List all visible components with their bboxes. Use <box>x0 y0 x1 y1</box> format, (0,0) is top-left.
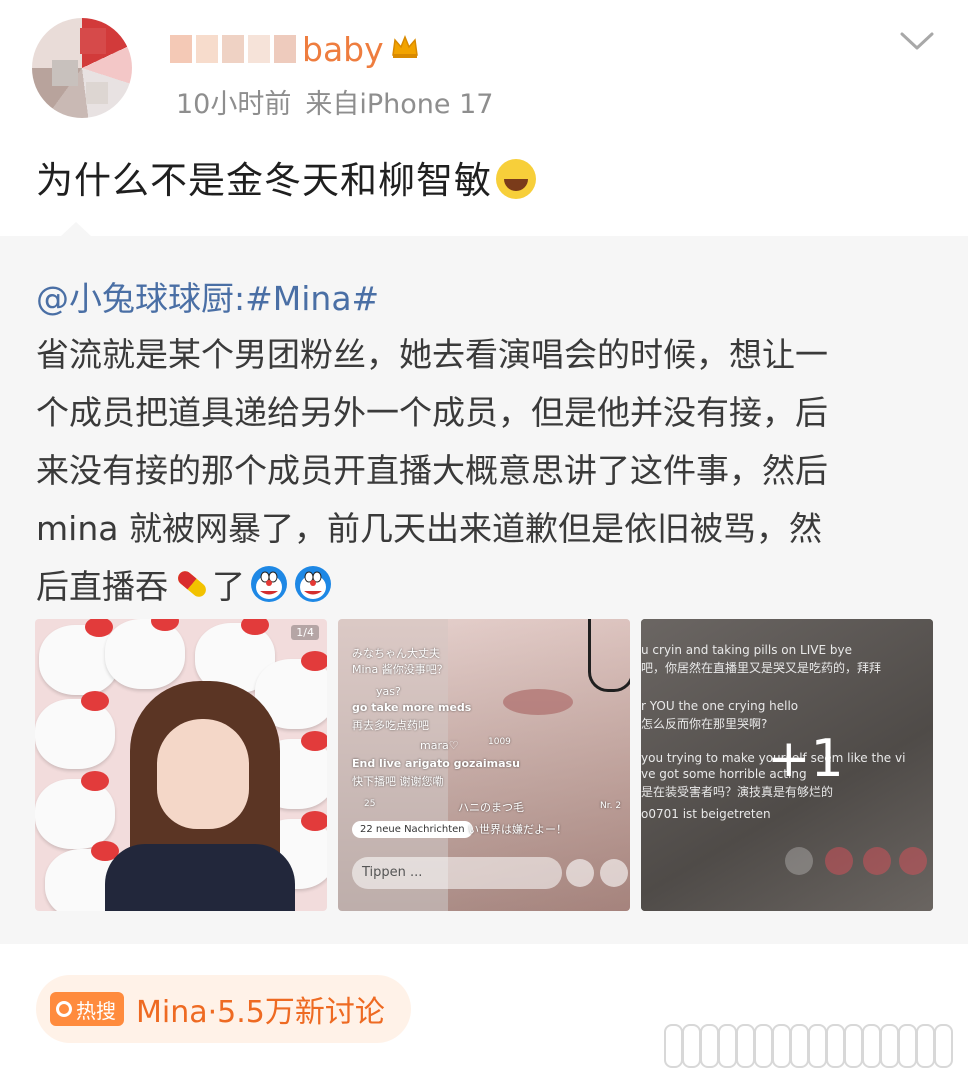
repost-notch <box>60 222 92 237</box>
watermark <box>664 1024 964 1068</box>
emoji-icon <box>785 847 813 875</box>
image-thumbnail-3[interactable]: u cryin and taking pills on LIVE bye 吧，你… <box>641 619 933 911</box>
repost-author-link[interactable]: @小兔球球厨:#Mina# <box>36 272 379 320</box>
hot-search-tag: 热搜 <box>50 992 124 1026</box>
image-grid: 1/4 みなちゃん大丈夫 Mina 酱你没事吧？ yas? go take mo… <box>35 619 933 911</box>
live-comment-input: Tippen ... <box>352 857 562 889</box>
post-time: 10小时前 <box>176 89 292 120</box>
avatar[interactable] <box>32 18 132 118</box>
chevron-down-icon[interactable] <box>898 28 936 54</box>
people-icon <box>825 847 853 875</box>
laughing-crying-emoji-icon <box>496 159 536 199</box>
image-thumbnail-2[interactable]: みなちゃん大丈夫 Mina 酱你没事吧？ yas? go take more m… <box>338 619 630 911</box>
rose-icon <box>863 847 891 875</box>
username-row[interactable]: baby <box>170 26 420 72</box>
image-count-badge: 1/4 <box>291 625 319 640</box>
username[interactable]: baby <box>302 30 384 69</box>
post-text: 为什么不是金冬天和柳智敏 <box>36 150 536 204</box>
hot-search-pill[interactable]: 热搜 Mina·5.5万新讨论 <box>36 975 411 1043</box>
more-images-count: +1 <box>767 729 844 789</box>
emoji-icon <box>566 859 594 887</box>
hot-search-text: Mina·5.5万新讨论 <box>136 995 385 1030</box>
doraemon-emoji-icon <box>249 564 289 604</box>
doraemon-emoji-icon <box>293 564 333 604</box>
crown-icon <box>390 33 420 65</box>
username-mosaic <box>170 35 296 63</box>
search-icon <box>56 1001 72 1017</box>
new-messages-pill: 22 neue Nachrichten <box>352 821 473 838</box>
post-source[interactable]: 来自iPhone 17 <box>305 89 493 120</box>
post-meta: 10小时前 来自iPhone 17 <box>176 82 493 121</box>
gift-icon <box>899 847 927 875</box>
image-thumbnail-1[interactable]: 1/4 <box>35 619 327 911</box>
repost-text: 省流就是某个男团粉丝，她去看演唱会的时候，想让一 个成员把道具递给另外一个成员，… <box>36 335 828 606</box>
pill-emoji-icon <box>172 564 212 604</box>
people-icon <box>600 859 628 887</box>
